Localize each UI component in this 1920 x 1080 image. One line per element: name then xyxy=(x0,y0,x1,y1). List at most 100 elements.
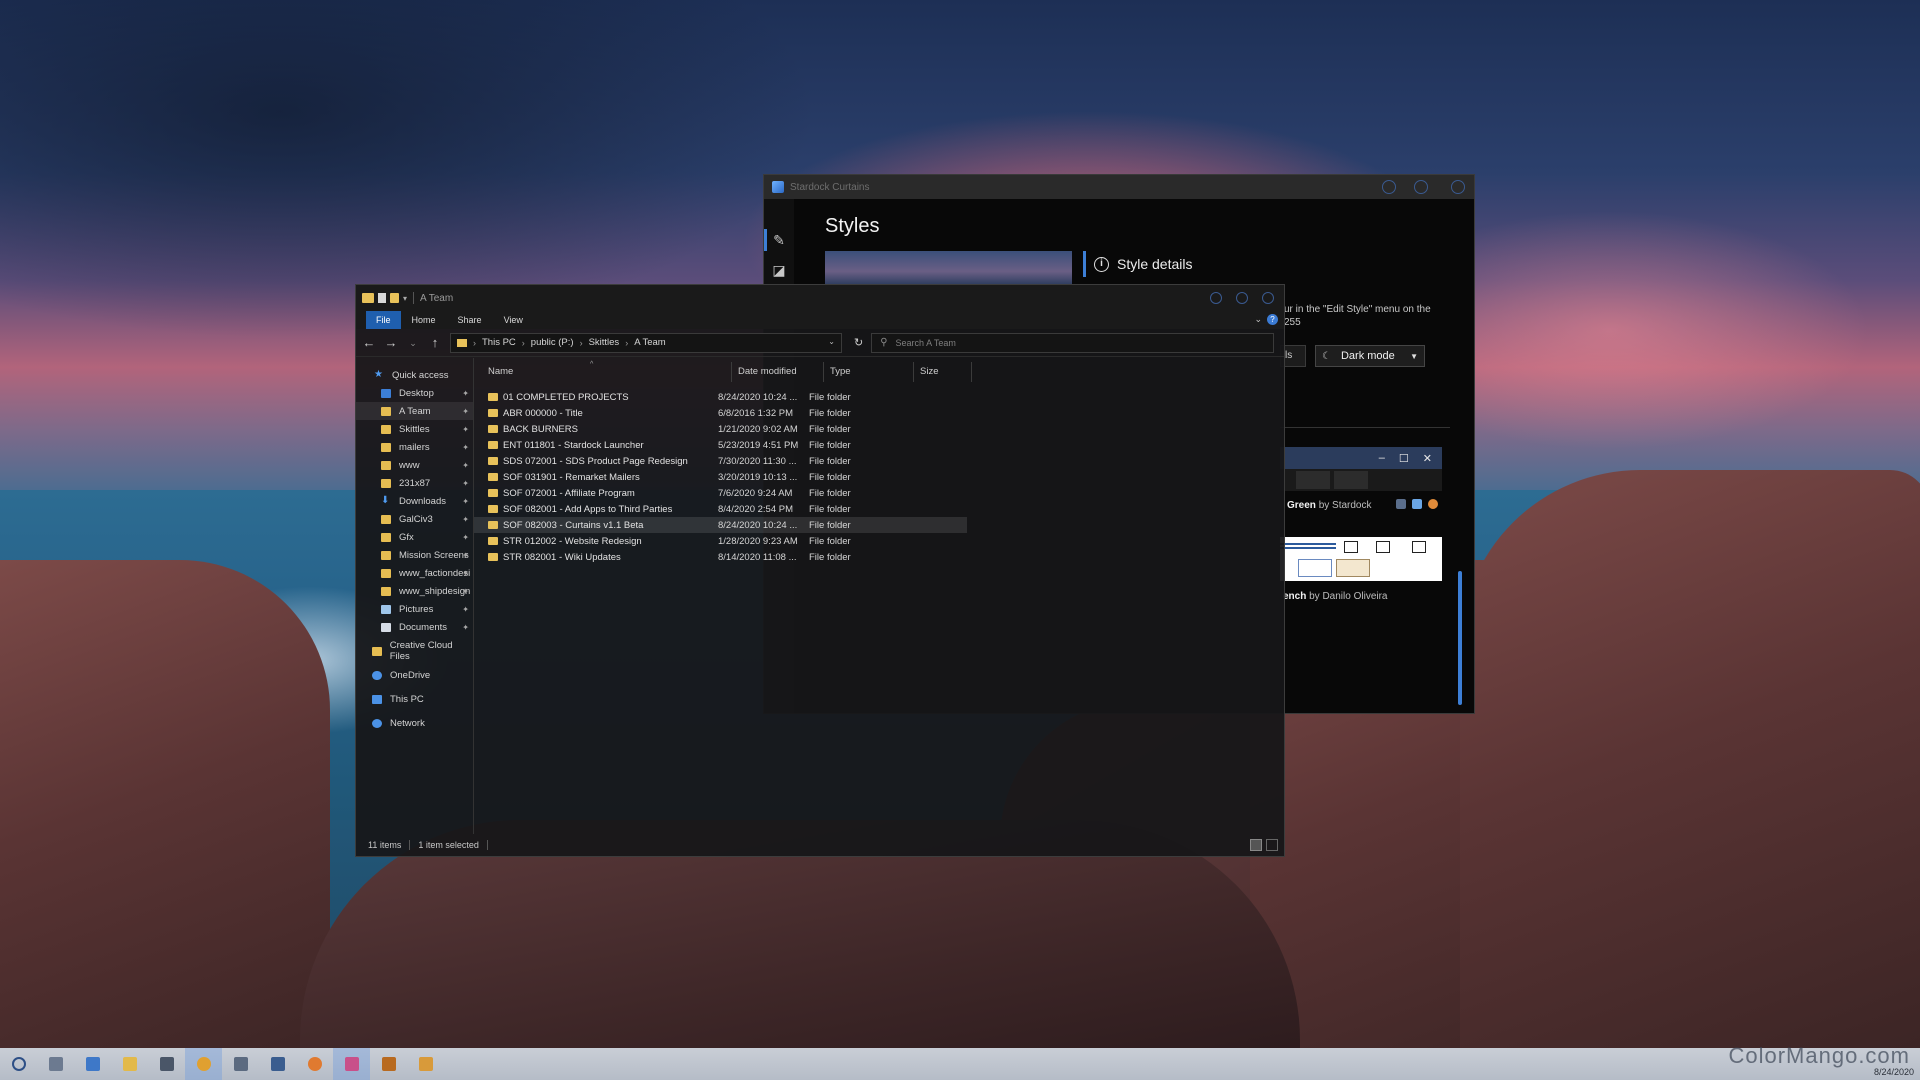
taskbar-file-explorer[interactable] xyxy=(111,1048,148,1080)
taskbar-firefox[interactable] xyxy=(296,1048,333,1080)
taskbar-curtains[interactable] xyxy=(333,1048,370,1080)
nav-downloads[interactable]: ⬇ Downloads ✦ xyxy=(356,492,473,510)
refresh-icon[interactable]: ↻ xyxy=(854,336,863,349)
nav-www-shipdesign[interactable]: www_shipdesign ✦ xyxy=(356,582,473,600)
minimize-button[interactable] xyxy=(1382,180,1396,194)
curtains-titlebar[interactable]: Stardock Curtains xyxy=(764,175,1474,199)
nav-www[interactable]: www ✦ xyxy=(356,456,473,474)
column-header-size[interactable]: Size xyxy=(914,362,972,382)
table-row[interactable]: BACK BURNERS 1/21/2020 9:02 AM File fold… xyxy=(474,421,967,437)
nav-this-pc[interactable]: This PC xyxy=(356,690,473,708)
minimize-button[interactable] xyxy=(1210,292,1222,304)
taskbar-task-view[interactable] xyxy=(37,1048,74,1080)
file-type: File folder xyxy=(809,487,851,499)
table-row[interactable]: 01 COMPLETED PROJECTS 8/24/2020 10:24 ..… xyxy=(474,389,967,405)
mode-dropdown[interactable]: ☾ Dark mode ▼ xyxy=(1315,345,1425,367)
nav-documents[interactable]: Documents ✦ xyxy=(356,618,473,636)
tab-view[interactable]: View xyxy=(493,311,534,329)
table-row[interactable]: SOF 082001 - Add Apps to Third Parties 8… xyxy=(474,501,967,517)
nav-label: Mission Screens xyxy=(399,549,469,561)
up-arrow-icon[interactable]: ↑ xyxy=(428,335,442,350)
nav-mission-screens[interactable]: Mission Screens ✦ xyxy=(356,546,473,564)
table-row[interactable]: SDS 072001 - SDS Product Page Redesign 7… xyxy=(474,453,967,469)
folder-icon xyxy=(381,586,391,596)
tab-home[interactable]: Home xyxy=(401,311,447,329)
nav-onedrive[interactable]: OneDrive xyxy=(356,666,473,684)
taskbar xyxy=(0,1048,1920,1080)
search-icon: ⚲ xyxy=(880,337,888,348)
nav-mailers[interactable]: mailers ✦ xyxy=(356,438,473,456)
column-header-type[interactable]: Type xyxy=(824,362,914,382)
breadcrumb-public[interactable]: public (P:) xyxy=(531,337,574,348)
table-row[interactable]: ENT 011801 - Stardock Launcher 5/23/2019… xyxy=(474,437,967,453)
nav-gfx[interactable]: Gfx ✦ xyxy=(356,528,473,546)
start-button[interactable] xyxy=(0,1048,37,1080)
chevron-down-icon[interactable]: ▾ xyxy=(403,294,407,303)
taskbar-photoshop[interactable] xyxy=(259,1048,296,1080)
search-box[interactable]: ⚲ Search A Team xyxy=(871,332,1274,353)
nav-creative-cloud[interactable]: Creative Cloud Files xyxy=(356,640,473,662)
help-icon[interactable]: ? xyxy=(1267,314,1278,325)
nav-label: This PC xyxy=(390,693,424,705)
maximize-button[interactable] xyxy=(1414,180,1428,194)
forward-arrow-icon[interactable]: → xyxy=(384,335,398,350)
table-row[interactable]: STR 082001 - Wiki Updates 8/14/2020 11:0… xyxy=(474,549,967,565)
taskbar-chrome[interactable] xyxy=(185,1048,222,1080)
pin-icon: ✦ xyxy=(462,568,469,578)
file-date: 5/23/2019 4:51 PM xyxy=(718,439,799,451)
taskbar-store[interactable] xyxy=(148,1048,185,1080)
nav-a-team[interactable]: A Team ✦ xyxy=(356,402,473,420)
folder-icon xyxy=(362,293,374,303)
style-preview-light[interactable] xyxy=(1280,537,1442,581)
explorer-titlebar[interactable]: ▾ A Team xyxy=(356,285,1284,311)
taskbar-stardock[interactable] xyxy=(407,1048,444,1080)
taskbar-mail[interactable] xyxy=(74,1048,111,1080)
minimize-glyph: – xyxy=(1378,452,1385,464)
expand-ribbon-icon[interactable]: ⌄ xyxy=(1254,314,1262,325)
item-count: 11 items xyxy=(368,840,402,850)
chevron-down-icon[interactable]: ⌄ xyxy=(828,337,835,346)
pin-icon: ✦ xyxy=(462,496,469,506)
properties-icon[interactable] xyxy=(378,293,386,303)
onedrive-icon xyxy=(372,670,382,680)
new-folder-icon[interactable] xyxy=(390,293,399,303)
back-arrow-icon[interactable]: ← xyxy=(362,335,376,350)
table-row-selected[interactable]: SOF 082003 - Curtains v1.1 Beta 8/24/202… xyxy=(474,517,967,533)
nav-www-factiondesi[interactable]: www_factiondesi ✦ xyxy=(356,564,473,582)
recent-locations-icon[interactable]: ⌄ xyxy=(406,336,420,350)
close-button[interactable] xyxy=(1451,180,1465,194)
scrollbar[interactable] xyxy=(1458,571,1462,705)
breadcrumb-skittles[interactable]: Skittles xyxy=(589,337,620,348)
tab-share[interactable]: Share xyxy=(447,311,493,329)
style-item-trench[interactable]: ench by Danilo Oliveira xyxy=(1283,591,1388,602)
taskbar-clock-date[interactable]: 8/24/2020 xyxy=(1874,1067,1914,1077)
styles-icon[interactable]: ◪ xyxy=(771,263,787,279)
nav-galciv3[interactable]: GalCiv3 ✦ xyxy=(356,510,473,528)
nav-pictures[interactable]: Pictures ✦ xyxy=(356,600,473,618)
nav-231x87[interactable]: 231x87 ✦ xyxy=(356,474,473,492)
close-button[interactable] xyxy=(1262,292,1274,304)
breadcrumb-a-team[interactable]: A Team xyxy=(634,337,666,348)
tab-file[interactable]: File xyxy=(366,311,401,329)
nav-quick-access[interactable]: ★ Quick access xyxy=(356,366,473,384)
maximize-button[interactable] xyxy=(1236,292,1248,304)
column-header-date[interactable]: Date modified xyxy=(732,362,824,382)
details-view-icon[interactable] xyxy=(1250,839,1262,851)
column-header-name[interactable]: ^ Name xyxy=(474,361,732,382)
table-row[interactable]: ABR 000000 - Title 6/8/2016 1:32 PM File… xyxy=(474,405,967,421)
nav-network[interactable]: Network xyxy=(356,714,473,732)
nav-skittles[interactable]: Skittles ✦ xyxy=(356,420,473,438)
edit-style-icon[interactable]: ✎ xyxy=(771,233,787,249)
taskbar-notepad[interactable] xyxy=(222,1048,259,1080)
address-bar[interactable]: › This PC › public (P:) › Skittles › A T… xyxy=(450,332,842,353)
large-icons-view-icon[interactable] xyxy=(1266,839,1278,851)
breadcrumb-this-pc[interactable]: This PC xyxy=(482,337,516,348)
table-row[interactable]: STR 012002 - Website Redesign 1/28/2020 … xyxy=(474,533,967,549)
taskbar-illustrator[interactable] xyxy=(370,1048,407,1080)
pin-icon: ✦ xyxy=(462,532,469,542)
style-item-green[interactable]: Green by Stardock xyxy=(1287,500,1372,511)
table-row[interactable]: SOF 072001 - Affiliate Program 7/6/2020 … xyxy=(474,485,967,501)
nav-desktop[interactable]: Desktop ✦ xyxy=(356,384,473,402)
table-row[interactable]: SOF 031901 - Remarket Mailers 3/20/2019 … xyxy=(474,469,967,485)
style-preview-green-titlebar[interactable]: – ☐ ✕ xyxy=(1280,447,1442,469)
